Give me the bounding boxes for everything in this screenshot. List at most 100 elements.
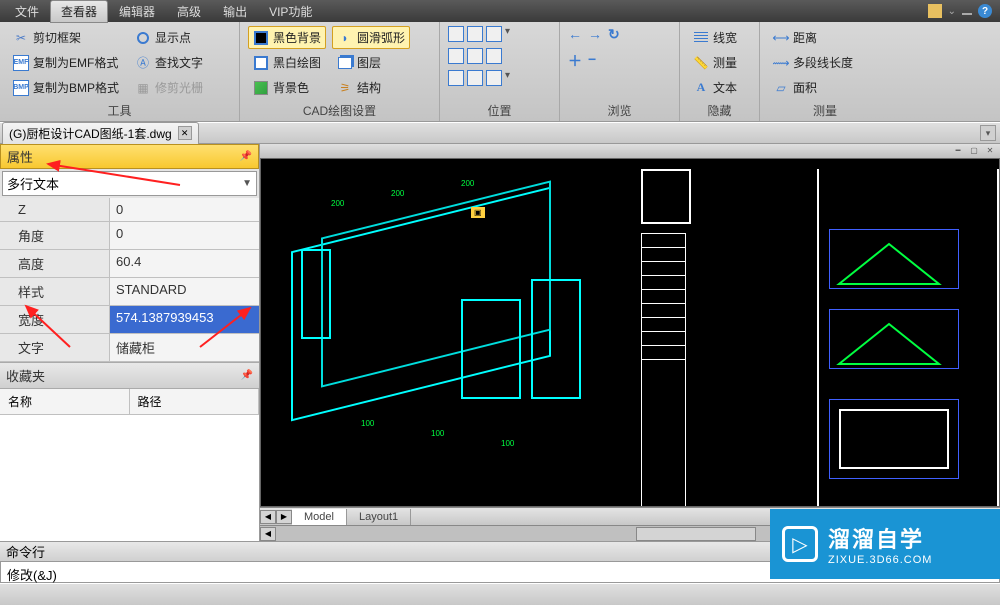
show-point-button[interactable]: 显示点 [130,26,208,49]
area-icon: ▱ [773,80,789,96]
favorites-panel-header[interactable]: 收藏夹 📌 [0,362,259,389]
scroll-thumb[interactable] [636,527,756,541]
measure-icon: 📏 [693,55,709,71]
emf-icon: EMF [13,55,29,71]
group-title-measurement: 测量 [768,100,882,119]
ribbon-group-browse: ← → ↻ ＋ − 浏览 [560,22,680,121]
pan-icon[interactable] [467,48,483,64]
arc-icon: ◗ [337,30,353,46]
back-icon[interactable]: ← [568,26,582,43]
linewidth-button[interactable]: 线宽 [688,26,742,49]
view-icon[interactable] [486,70,502,86]
sidebar: 属性 📌 多行文本 ▼ Z0 角度0 高度60.4 样式STANDARD 宽度5… [0,144,260,541]
zoom-icon[interactable] [486,26,502,42]
pan-icon[interactable] [448,48,464,64]
minimize-icon[interactable]: ━ [952,144,964,156]
point-icon [135,30,151,46]
copy-emf-button[interactable]: EMF复制为EMF格式 [8,51,124,74]
find-text-button[interactable]: Ⓐ查找文字 [130,51,208,74]
scissors-icon: ✂ [13,30,29,46]
close-icon[interactable]: ✕ [984,144,996,156]
canvas-header: ━ ▢ ✕ [260,144,1000,158]
tab-scroll-right[interactable]: ▶ [276,510,292,524]
menu-viewer[interactable]: 查看器 [50,0,108,23]
prop-row: 宽度574.1387939453 [0,306,259,334]
watermark: ▷ 溜溜自学 ZIXUE.3D66.COM [770,509,1000,579]
black-bg-button[interactable]: 黑色背景 [248,26,326,49]
property-grid: Z0 角度0 高度60.4 样式STANDARD 宽度574.138793945… [0,198,259,362]
bg-color-button[interactable]: 背景色 [248,76,326,99]
forward-icon[interactable]: → [588,26,602,43]
watermark-url: ZIXUE.3D66.COM [828,554,932,566]
tab-menu-icon[interactable]: ▾ [980,125,996,141]
cut-frame-button[interactable]: ✂剪切框架 [8,26,124,49]
bw-draw-button[interactable]: 黑白绘图 [248,51,326,74]
text-button[interactable]: A文本 [688,76,742,99]
ribbon: ✂剪切框架 EMF复制为EMF格式 BMP复制为BMP格式 显示点 Ⓐ查找文字 … [0,22,1000,122]
ribbon-group-measurement: ⟷距离 ⟿多段线长度 ▱面积 测量 [760,22,890,121]
close-tab-icon[interactable]: ✕ [178,126,192,140]
add-icon[interactable]: ＋ [568,51,582,71]
maximize-icon[interactable]: ▢ [968,144,980,156]
command-label: 命令行 [6,542,45,561]
smooth-arc-button[interactable]: ◗圆滑弧形 [332,26,410,49]
menubar: 文件 查看器 编辑器 高级 输出 VIP功能 ⌄ ? [0,0,1000,22]
pin-icon[interactable]: 📌 [241,370,253,381]
drawing-canvas[interactable]: 200 200 200 100 100 100 ▣ [260,158,1000,507]
grid-icon: ▦ [135,80,151,96]
layer-icon [337,55,353,71]
white-bg-icon [253,55,269,71]
properties-panel-header[interactable]: 属性 📌 [0,144,259,169]
copy-bmp-button[interactable]: BMP复制为BMP格式 [8,76,124,99]
measure-button[interactable]: 📏测量 [688,51,742,74]
area-button[interactable]: ▱面积 [768,76,858,99]
main-area: 属性 📌 多行文本 ▼ Z0 角度0 高度60.4 样式STANDARD 宽度5… [0,144,1000,541]
tab-scroll-left[interactable]: ◀ [260,510,276,524]
object-type-dropdown[interactable]: 多行文本 ▼ [2,171,257,196]
zoom-icon[interactable] [467,26,483,42]
polyline-length-button[interactable]: ⟿多段线长度 [768,51,858,74]
chevron-down-icon: ▼ [242,178,252,189]
prop-row: 文字储藏柜 [0,334,259,362]
group-title-browse: 浏览 [568,100,671,119]
structure-button[interactable]: ⚞结构 [332,76,410,99]
bg-color-icon [253,80,269,96]
view-icon[interactable] [448,70,464,86]
document-tab-label: (G)厨柜设计CAD图纸-1套.dwg [9,125,172,142]
layout-tab-model[interactable]: Model [292,509,347,525]
zoom-icon[interactable] [448,26,464,42]
group-title-cad: CAD绘图设置 [248,100,431,119]
properties-title: 属性 [7,147,33,166]
menu-output[interactable]: 输出 [212,0,258,23]
play-icon: ▷ [782,526,818,562]
status-bar [0,583,1000,605]
favorites-body [0,415,259,541]
structure-icon: ⚞ [337,80,353,96]
menu-advanced[interactable]: 高级 [166,0,212,23]
view-icon[interactable] [467,70,483,86]
refresh-icon[interactable]: ↻ [608,26,620,43]
menu-file[interactable]: 文件 [4,0,50,23]
menu-editor[interactable]: 编辑器 [108,0,166,23]
expand-icon[interactable]: ⌄ [948,6,956,17]
scroll-left-icon[interactable]: ◀ [260,527,276,541]
pin-icon[interactable]: 📌 [240,151,252,162]
prop-row: 高度60.4 [0,250,259,278]
text-icon: A [693,80,709,96]
pan-icon[interactable] [486,48,502,64]
help-icon[interactable]: ? [978,4,992,18]
layer-button[interactable]: 图层 [332,51,410,74]
distance-button[interactable]: ⟷距离 [768,26,858,49]
minus-icon[interactable]: − [588,51,596,71]
layout-tab-1[interactable]: Layout1 [347,509,411,525]
fav-col-path[interactable]: 路径 [130,389,260,414]
find-icon: Ⓐ [135,55,151,71]
canvas-area: ━ ▢ ✕ 200 200 200 100 100 100 ▣ [260,144,1000,541]
prop-row: 角度0 [0,222,259,250]
minimize-icon[interactable] [962,13,972,15]
document-tab[interactable]: (G)厨柜设计CAD图纸-1套.dwg ✕ [2,122,199,145]
edit-icon[interactable] [928,4,942,18]
menu-vip[interactable]: VIP功能 [258,0,323,23]
favorites-columns: 名称 路径 [0,389,259,415]
fav-col-name[interactable]: 名称 [0,389,130,414]
